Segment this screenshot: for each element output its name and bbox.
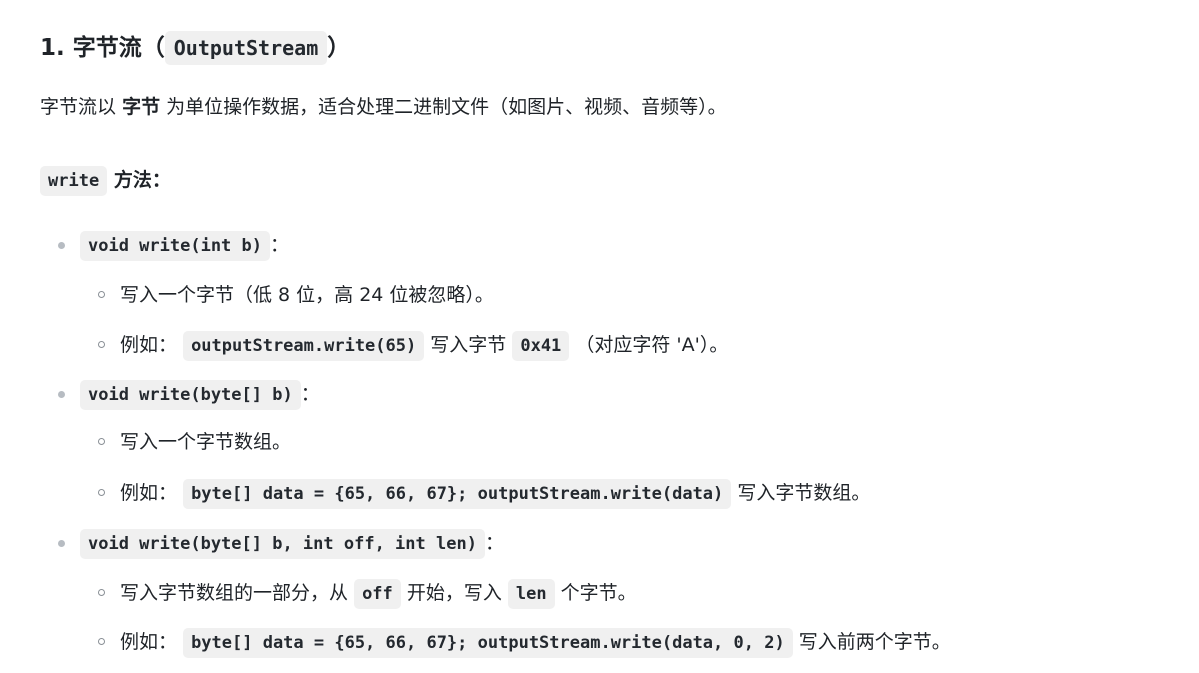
description-mid: 开始，写入 (406, 582, 502, 604)
sub-item-example: 例如： byte[] data = {65, 66, 67}; outputSt… (98, 476, 871, 511)
sub-item-description: 写入字节数组的一部分，从 off 开始，写入 len 个字节。 (98, 576, 637, 611)
bullet-ring-icon (98, 341, 105, 348)
method-signature: void write(byte[] b, int off, int len) (80, 529, 485, 559)
bullet-ring-icon (98, 489, 105, 496)
section-heading: 1. 字节流（ OutputStream） (40, 29, 350, 67)
description-text: 写入一个字节（低 8 位，高 24 位被忽略）。 (120, 284, 494, 306)
example-prefix: 例如： (120, 334, 178, 356)
description-text: 写入一个字节数组。 (120, 431, 292, 453)
method-signature: void write(byte[] b) (80, 380, 301, 410)
description-code-len: len (507, 579, 555, 609)
bullet-ring-icon (98, 291, 105, 298)
sub-item-example: 例如： outputStream.write(65) 写入字节 0x41 （对应… (98, 328, 729, 363)
method-colon: ： (300, 383, 320, 405)
heading-open-paren: （ (141, 35, 165, 61)
example-code: byte[] data = {65, 66, 67}; outputStream… (183, 479, 732, 509)
example-suffix: 写入前两个字节。 (798, 631, 951, 653)
bullet-ring-icon (98, 438, 105, 445)
write-label: 方法： (113, 169, 171, 191)
intro-suffix: 为单位操作数据，适合处理二进制文件（如图片、视频、音频等）。 (166, 96, 727, 118)
sub-item-example: 例如： byte[] data = {65, 66, 67}; outputSt… (98, 625, 951, 660)
sub-item-description: 写入一个字节（低 8 位，高 24 位被忽略）。 (98, 278, 494, 312)
bullet-icon (58, 242, 65, 249)
bullet-icon (58, 391, 65, 398)
bullet-ring-icon (98, 589, 105, 596)
heading-close-paren: ） (327, 35, 351, 61)
example-prefix: 例如： (120, 631, 178, 653)
method-colon: ： (484, 532, 504, 554)
intro-prefix: 字节流以 (40, 96, 117, 118)
example-code-2: 0x41 (512, 331, 570, 361)
intro-paragraph: 字节流以 字节 为单位操作数据，适合处理二进制文件（如图片、视频、音频等）。 (40, 90, 727, 124)
list-item-method-1: void write(int b)： (58, 228, 290, 263)
sub-item-description: 写入一个字节数组。 (98, 425, 292, 459)
description-code-off: off (354, 579, 401, 609)
method-signature: void write(int b) (80, 231, 270, 261)
heading-code: OutputStream (164, 31, 328, 65)
example-prefix: 例如： (120, 482, 178, 504)
write-code: write (40, 166, 108, 196)
write-method-heading: write 方法： (40, 162, 171, 199)
intro-bold: 字节 (122, 96, 161, 118)
example-mid: 写入字节 (430, 334, 507, 356)
example-code: byte[] data = {65, 66, 67}; outputStream… (183, 628, 793, 658)
bullet-ring-icon (98, 638, 105, 645)
description-suffix: 个字节。 (560, 582, 637, 604)
list-item-method-2: void write(byte[] b)： (58, 377, 320, 412)
example-suffix: （对应字符 'A'）。 (575, 334, 729, 356)
description-prefix: 写入字节数组的一部分，从 (120, 582, 349, 604)
example-code: outputStream.write(65) (183, 331, 425, 361)
method-colon: ： (270, 234, 290, 256)
heading-number: 1. (40, 35, 65, 61)
list-item-method-3: void write(byte[] b, int off, int len)： (58, 526, 504, 561)
document-body: 1. 字节流（ OutputStream） 字节流以 字节 为单位操作数据，适合处… (0, 0, 1199, 673)
heading-title: 字节流 (72, 35, 142, 61)
bullet-icon (58, 540, 65, 547)
example-suffix: 写入字节数组。 (737, 482, 871, 504)
